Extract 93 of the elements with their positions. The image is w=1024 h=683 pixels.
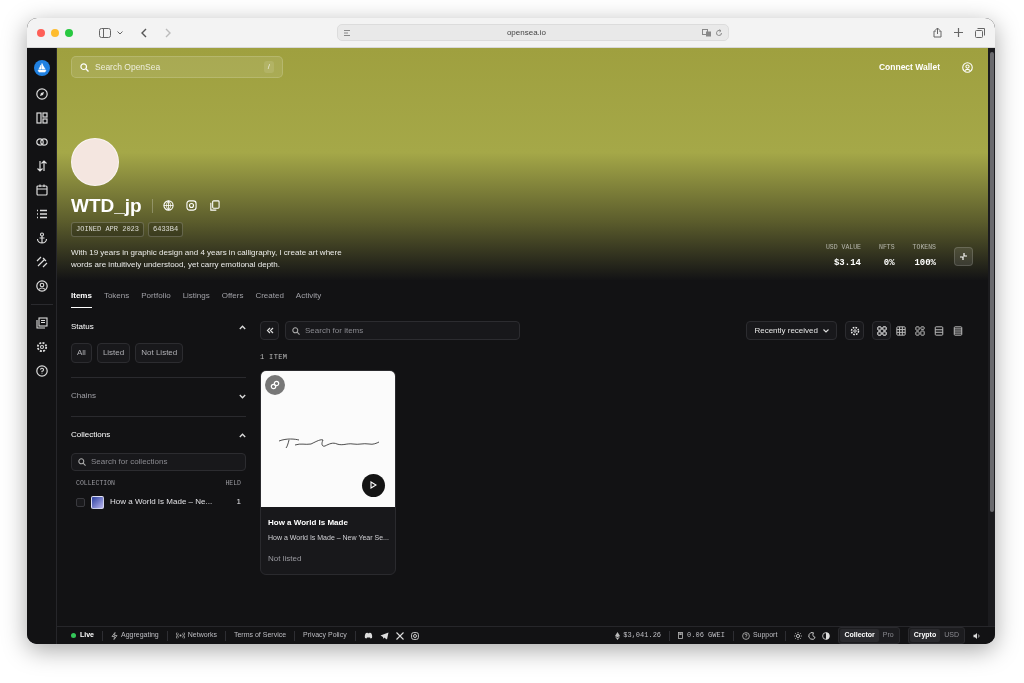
collection-thumbnail <box>91 495 104 509</box>
table-view-icon <box>952 325 963 336</box>
grid-icon <box>876 325 887 336</box>
collections-search-field[interactable]: Search for collections <box>71 453 246 471</box>
chevron-down-icon <box>823 328 829 333</box>
search-icon <box>292 326 300 335</box>
fuel-pump-icon <box>678 632 685 639</box>
sidebar-icon[interactable] <box>99 27 111 38</box>
tab[interactable]: Created <box>255 290 284 308</box>
settings-icon[interactable] <box>35 341 48 353</box>
x-icon[interactable] <box>395 631 404 640</box>
avatar <box>71 138 119 186</box>
profile-icon[interactable] <box>35 280 48 292</box>
dashboard-icon[interactable] <box>35 112 48 124</box>
stat-value: 100% <box>914 257 936 271</box>
small-grid-icon <box>895 325 906 336</box>
translate-icon[interactable] <box>702 28 712 37</box>
tab[interactable]: Portfolio <box>141 290 171 308</box>
reload-icon[interactable] <box>715 28 723 37</box>
listing-status: Not listed <box>268 553 303 565</box>
tab[interactable]: Activity <box>295 290 322 308</box>
help-icon[interactable] <box>35 365 48 377</box>
url-text: opensea.io <box>505 26 548 39</box>
search-icon <box>78 458 86 466</box>
tab[interactable]: Tokens <box>103 290 130 308</box>
anchor-icon[interactable] <box>35 232 48 244</box>
speaker-icon[interactable] <box>973 631 981 640</box>
chevron-up-icon[interactable] <box>239 324 246 330</box>
tab[interactable]: Items <box>71 290 92 308</box>
filter-title[interactable]: Status <box>71 321 94 333</box>
list-icon[interactable] <box>35 208 48 220</box>
filter-chip[interactable]: Not Listed <box>135 343 184 363</box>
scrollbar-thumb[interactable] <box>989 52 994 512</box>
collapse-button[interactable] <box>954 247 973 267</box>
help-icon <box>741 631 750 640</box>
telegram-icon[interactable] <box>379 631 389 640</box>
view-mode-button[interactable] <box>872 321 891 340</box>
circles-icon[interactable] <box>35 136 48 148</box>
plus-icon[interactable] <box>954 28 963 37</box>
pencil-icon[interactable] <box>35 256 48 268</box>
swap-icon[interactable] <box>35 160 48 172</box>
filter-chip[interactable]: Listed <box>96 343 131 363</box>
sun-icon[interactable] <box>794 631 803 640</box>
shortcut-key: / <box>263 61 274 73</box>
back-icon[interactable] <box>141 27 147 38</box>
instagram-icon[interactable] <box>410 631 419 640</box>
double-chevron-icon <box>265 327 274 334</box>
collapse-filters-button[interactable] <box>260 321 279 340</box>
tab[interactable]: Offers <box>221 290 244 308</box>
close-icon[interactable] <box>37 28 45 37</box>
link-icon <box>270 379 280 390</box>
globe-icon[interactable] <box>162 200 174 211</box>
checkbox[interactable] <box>76 497 85 507</box>
collapse-icon <box>959 252 968 262</box>
ethereum-icon <box>615 631 621 640</box>
sort-dropdown[interactable]: Recently received <box>746 321 837 340</box>
contrast-icon[interactable] <box>822 631 831 640</box>
stat-value: $3.14 <box>833 257 861 271</box>
tab[interactable]: Listings <box>182 290 210 308</box>
held-count: 1 <box>236 496 241 509</box>
copy-icon[interactable] <box>208 200 220 211</box>
card-title: How a World Is Made <box>268 516 349 529</box>
discord-icon[interactable] <box>363 632 373 639</box>
filter-title[interactable]: Collections <box>71 429 111 441</box>
calendar-icon[interactable] <box>35 184 48 196</box>
items-search-field[interactable]: Search for items <box>285 321 520 340</box>
page-icon <box>343 28 351 37</box>
chevron-up-icon[interactable] <box>239 432 246 438</box>
list-view-icon <box>933 325 944 336</box>
profile-name: WTD_jp <box>71 196 142 215</box>
moon-icon[interactable] <box>808 631 817 640</box>
settings-button[interactable] <box>845 321 864 340</box>
settings-icon <box>849 325 860 336</box>
play-button[interactable] <box>362 473 385 497</box>
stat-value: 0% <box>883 257 895 271</box>
address-bar[interactable]: opensea.io <box>337 24 729 41</box>
tabs-icon[interactable] <box>975 27 985 38</box>
account-icon[interactable] <box>962 61 973 73</box>
mixed-grid-icon <box>914 325 925 336</box>
documents-icon[interactable] <box>35 317 48 329</box>
logo-icon[interactable] <box>33 60 50 76</box>
share-icon[interactable] <box>933 27 942 38</box>
filter-title[interactable]: Chains <box>71 390 96 402</box>
chevron-down-icon[interactable] <box>239 393 246 399</box>
caret-icon[interactable] <box>117 30 123 35</box>
compass-icon[interactable] <box>35 88 48 100</box>
signal-icon <box>175 632 185 639</box>
collection-name[interactable]: How a World Is Made – Ne... <box>110 496 231 509</box>
lightning-icon <box>111 631 118 640</box>
play-icon <box>370 481 377 489</box>
search-icon <box>80 62 89 72</box>
profile-bio: With 19 years in graphic design and 4 years in calligraphy, I create art where words are intuitively understood, yet carry emotional depth. <box>71 246 343 271</box>
filter-chip[interactable]: All <box>71 343 92 363</box>
